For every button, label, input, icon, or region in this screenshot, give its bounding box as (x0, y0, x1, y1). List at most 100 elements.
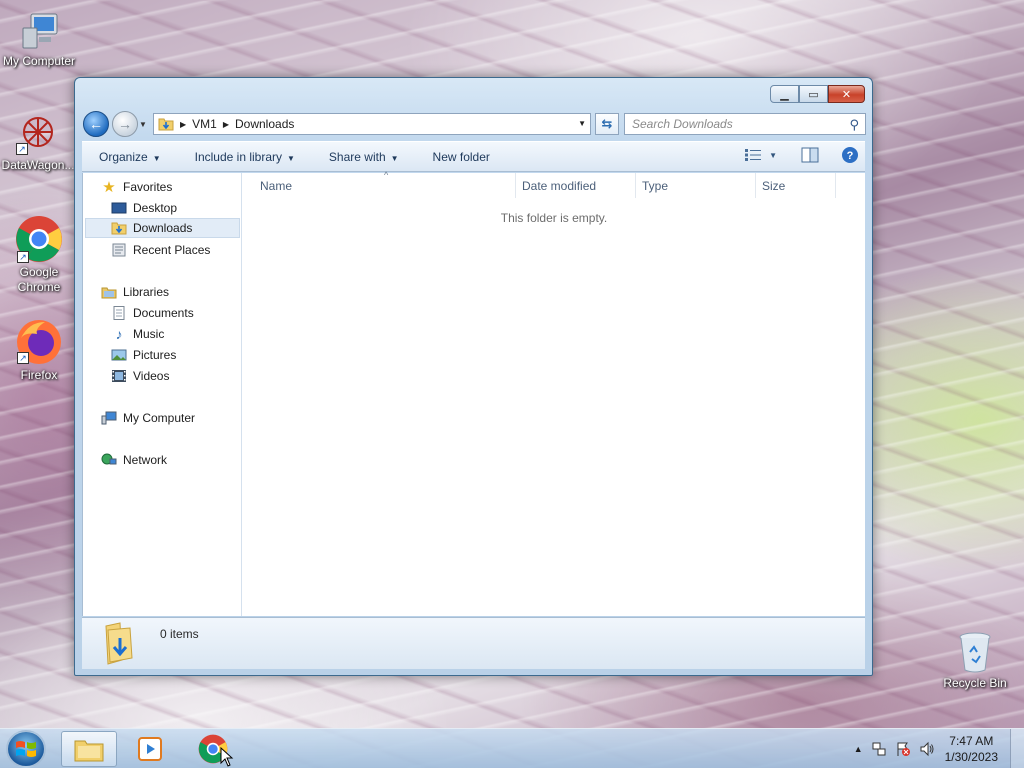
svg-text:?: ? (847, 150, 854, 162)
organize-button[interactable]: Organize ▼ (82, 150, 178, 164)
minimize-button[interactable]: ▁ (770, 85, 799, 103)
column-header-type[interactable]: Type (636, 173, 756, 198)
taskbar-chrome[interactable] (185, 731, 241, 767)
chevron-down-icon: ▼ (287, 153, 295, 163)
nav-downloads[interactable]: Downloads (85, 218, 240, 238)
column-type-label: Type (642, 178, 669, 193)
file-list-pane[interactable]: ^ Name Date modified Type Size This fold… (243, 170, 865, 616)
recent-pages-dropdown[interactable]: ▼ (139, 120, 147, 129)
navigation-pane[interactable]: ★ Favorites Desktop Downloads Recent Pla… (83, 173, 242, 616)
breadcrumb-vm1[interactable]: VM1 (192, 117, 217, 131)
star-icon: ★ (102, 179, 116, 196)
column-header-size[interactable]: Size (756, 173, 836, 198)
network-status-icon[interactable] (871, 741, 887, 757)
show-hidden-icons-button[interactable]: ▲ (846, 744, 871, 754)
forward-button[interactable]: → (112, 111, 138, 137)
nav-music-label: Music (133, 327, 165, 341)
include-in-library-button[interactable]: Include in library ▼ (178, 150, 312, 164)
desktop-icon-my-computer[interactable]: My Computer (1, 10, 77, 69)
nav-documents[interactable]: Documents (111, 303, 194, 323)
share-with-button[interactable]: Share with ▼ (312, 150, 416, 164)
nav-libraries[interactable]: Libraries (101, 282, 169, 302)
column-date-modified-label: Date modified (522, 178, 597, 193)
empty-folder-message: This folder is empty. (500, 211, 608, 225)
nav-videos[interactable]: Videos (111, 366, 169, 386)
libraries-icon (101, 287, 117, 299)
nav-recent-places-label: Recent Places (133, 243, 211, 257)
nav-videos-label: Videos (133, 369, 170, 383)
change-view-button[interactable]: ▼ (745, 149, 777, 161)
shortcut-arrow-icon: ↗ (16, 143, 28, 155)
downloads-folder-icon (111, 222, 127, 235)
address-bar[interactable]: ▶ VM1 ▶ Downloads ▼ (153, 113, 591, 135)
back-button[interactable]: ← (83, 111, 109, 137)
back-arrow-icon: ← (89, 116, 103, 132)
start-button[interactable] (6, 730, 46, 768)
window-controls: ▁ ▭ ✕ (770, 85, 865, 103)
content-area: ★ Favorites Desktop Downloads Recent Pla… (82, 170, 865, 616)
search-icon[interactable]: ⚲ (849, 117, 859, 133)
new-folder-label: New folder (432, 149, 490, 164)
pictures-icon (111, 349, 127, 361)
desktop-icon (111, 202, 127, 214)
explorer-window[interactable]: ▁ ▭ ✕ ← → ▼ ▶ VM1 ▶ Downloads ▼ ⇆ Search… (74, 77, 873, 676)
desktop-icon-firefox[interactable]: ↗ Firefox (1, 318, 77, 383)
breadcrumb-separator[interactable]: ▶ (180, 120, 186, 129)
desktop-icon-label: Firefox (20, 368, 58, 382)
music-note-icon: ♪ (115, 326, 123, 342)
nav-my-computer[interactable]: My Computer (101, 408, 195, 428)
column-header-name[interactable]: Name (254, 173, 516, 198)
address-dropdown-icon[interactable]: ▼ (578, 119, 586, 128)
breadcrumb-downloads[interactable]: Downloads (235, 117, 294, 131)
shortcut-arrow-icon: ↗ (17, 352, 29, 364)
show-desktop-button[interactable] (1010, 729, 1024, 768)
nav-my-computer-label: My Computer (123, 411, 196, 425)
help-icon[interactable]: ? (841, 146, 859, 164)
nav-libraries-label: Libraries (123, 285, 170, 299)
media-player-icon (138, 737, 162, 761)
refresh-button[interactable]: ⇆ (595, 113, 619, 135)
search-input[interactable]: Search Downloads ⚲ (624, 113, 866, 135)
desktop-icon-google-chrome[interactable]: ↗ Google Chrome (1, 215, 77, 295)
network-icon (101, 453, 117, 465)
nav-desktop-label: Desktop (133, 201, 178, 215)
nav-documents-label: Documents (133, 306, 194, 320)
action-center-flag-icon[interactable] (895, 741, 911, 757)
item-count: 0 items (160, 627, 199, 641)
column-size-label: Size (762, 178, 786, 193)
share-with-label: Share with (328, 149, 386, 164)
clock-date: 1/30/2023 (944, 750, 998, 764)
windows-logo-icon (16, 741, 36, 757)
nav-recent-places[interactable]: Recent Places (111, 240, 210, 260)
desktop-icon-label: Recycle Bin (943, 676, 1007, 690)
shortcut-arrow-icon: ↗ (17, 251, 29, 263)
chevron-down-icon: ▼ (769, 150, 777, 160)
clock[interactable]: 7:47 AM 1/30/2023 (935, 733, 1010, 765)
maximize-button[interactable]: ▭ (799, 85, 828, 103)
mouse-cursor-icon (220, 747, 234, 767)
new-folder-button[interactable]: New folder (416, 150, 507, 164)
clock-time: 7:47 AM (949, 734, 994, 748)
nav-network[interactable]: Network (101, 450, 167, 470)
nav-favorites[interactable]: ★ Favorites (101, 177, 172, 197)
nav-favorites-label: Favorites (123, 180, 173, 194)
refresh-icon: ⇆ (601, 116, 613, 131)
close-button[interactable]: ✕ (828, 85, 865, 103)
desktop-icon-recycle-bin[interactable]: Recycle Bin (937, 630, 1013, 691)
taskbar-explorer[interactable] (61, 731, 117, 767)
downloads-folder-icon (158, 118, 174, 131)
nav-pictures[interactable]: Pictures (111, 345, 176, 365)
include-in-library-label: Include in library (194, 149, 282, 164)
system-tray: ▲ 7:47 AM 1/30/2023 (846, 729, 1024, 768)
computer-icon (101, 411, 117, 425)
volume-icon[interactable] (919, 741, 935, 757)
breadcrumb-separator[interactable]: ▶ (223, 120, 229, 129)
preview-pane-icon[interactable] (801, 147, 819, 163)
taskbar-media-player[interactable] (122, 731, 178, 767)
nav-music[interactable]: ♪ Music (111, 324, 165, 344)
column-header-date-modified[interactable]: Date modified (516, 173, 636, 198)
nav-desktop[interactable]: Desktop (111, 198, 177, 218)
navigation-bar: ← → ▼ ▶ VM1 ▶ Downloads ▼ ⇆ Search Downl… (83, 111, 866, 137)
desktop-icon-datawagon[interactable]: ↗ DataWagon... (0, 112, 76, 173)
maximize-icon: ▭ (808, 88, 819, 101)
